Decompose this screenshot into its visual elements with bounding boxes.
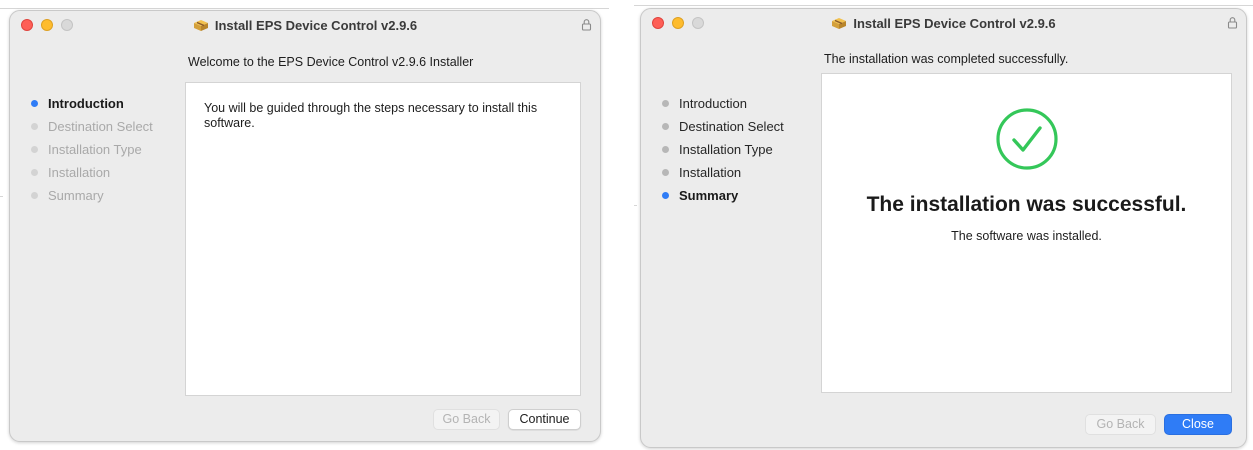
close-button[interactable]: Close (1164, 414, 1232, 435)
lock-icon (1227, 16, 1238, 34)
step-list: Introduction Destination Select Installa… (31, 95, 153, 210)
background-window-edge (0, 8, 609, 9)
package-icon (193, 18, 209, 35)
step-destination-select: Destination Select (662, 118, 784, 141)
title-bar: Install EPS Device Control v2.9.6 (641, 9, 1246, 37)
window-title: Install EPS Device Control v2.9.6 (641, 16, 1246, 33)
step-heading: The installation was completed successfu… (824, 52, 1069, 66)
continue-button[interactable]: Continue (508, 409, 581, 430)
window-title-text: Install EPS Device Control v2.9.6 (214, 18, 418, 33)
go-back-button[interactable]: Go Back (1085, 414, 1156, 435)
success-subtitle: The software was installed. (951, 229, 1102, 243)
step-bullet-icon (31, 146, 38, 153)
step-bullet-icon (662, 123, 669, 130)
background-window-edge (0, 196, 3, 197)
step-bullet-icon (662, 146, 669, 153)
step-bullet-icon (662, 100, 669, 107)
step-introduction: Introduction (662, 95, 784, 118)
content-pane: You will be guided through the steps nec… (185, 82, 581, 396)
content-pane: The installation was successful. The sof… (821, 73, 1232, 393)
step-bullet-icon (662, 169, 669, 176)
intro-text: You will be guided through the steps nec… (204, 101, 538, 130)
installer-window: Install EPS Device Control v2.9.6 The in… (640, 8, 1247, 448)
step-bullet-icon (662, 192, 669, 199)
success-check-container (822, 106, 1231, 177)
step-introduction: Introduction (31, 95, 153, 118)
step-heading: Welcome to the EPS Device Control v2.9.6… (188, 55, 474, 69)
step-list: Introduction Destination Select Installa… (662, 95, 784, 210)
step-summary: Summary (31, 187, 153, 210)
step-bullet-icon (31, 123, 38, 130)
success-title: The installation was successful. (866, 193, 1187, 216)
background-window-edge (634, 205, 637, 206)
window-title-text: Install EPS Device Control v2.9.6 (853, 16, 1056, 31)
step-bullet-icon (31, 169, 38, 176)
installer-screenshot-summary: Install EPS Device Control v2.9.6 The in… (634, 0, 1253, 450)
window-title: Install EPS Device Control v2.9.6 (10, 18, 600, 35)
title-bar: Install EPS Device Control v2.9.6 (10, 11, 600, 39)
step-bullet-icon (31, 192, 38, 199)
step-installation-type: Installation Type (31, 141, 153, 164)
installer-window: Install EPS Device Control v2.9.6 Welcom… (9, 10, 601, 442)
go-back-button[interactable]: Go Back (433, 409, 500, 430)
step-destination-select: Destination Select (31, 118, 153, 141)
lock-icon (581, 18, 592, 36)
checkmark-circle-icon (994, 108, 1060, 176)
package-icon (831, 16, 847, 33)
step-installation: Installation (662, 164, 784, 187)
step-installation-type: Installation Type (662, 141, 784, 164)
background-window-edge (634, 5, 1253, 6)
step-installation: Installation (31, 164, 153, 187)
step-summary: Summary (662, 187, 784, 210)
installer-screenshot-introduction: Install EPS Device Control v2.9.6 Welcom… (0, 0, 609, 450)
step-bullet-icon (31, 100, 38, 107)
